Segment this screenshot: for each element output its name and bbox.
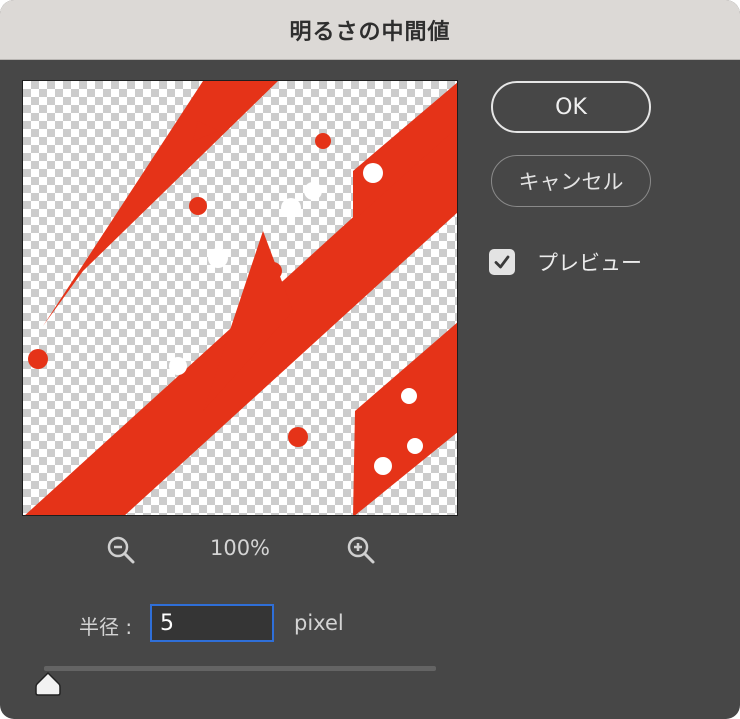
radius-slider-thumb[interactable] <box>33 670 63 698</box>
preview-checkbox-label[interactable]: プレビュー <box>537 247 642 277</box>
ok-button[interactable]: OK <box>491 81 651 133</box>
radius-unit-label: pixel <box>294 611 344 635</box>
median-dialog: 明るさの中間値 100% OK キャンセル プレビュー 半径: 5 pixel <box>0 0 740 719</box>
zoom-in-button[interactable] <box>345 534 377 566</box>
preview-image[interactable] <box>22 80 458 516</box>
radius-label: 半径 : <box>79 615 133 639</box>
zoom-out-icon <box>107 536 135 564</box>
dialog-title: 明るさの中間値 <box>289 19 451 45</box>
preview-artwork <box>25 81 457 515</box>
radius-slider-track[interactable] <box>44 666 436 671</box>
radius-input[interactable] <box>150 604 274 642</box>
zoom-out-button[interactable] <box>105 534 137 566</box>
cancel-button[interactable]: キャンセル <box>491 155 651 207</box>
zoom-in-icon <box>347 536 375 564</box>
slider-thumb-icon <box>35 671 61 696</box>
preview-checkbox[interactable] <box>489 249 515 275</box>
zoom-level-label: 100% <box>209 536 271 560</box>
checkmark-icon <box>494 255 510 269</box>
title-bar[interactable]: 明るさの中間値 <box>0 0 740 60</box>
